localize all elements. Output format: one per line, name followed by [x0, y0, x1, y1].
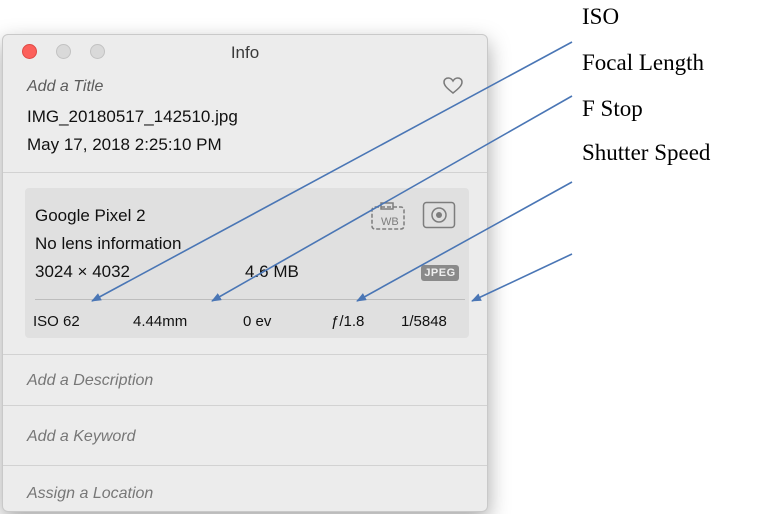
annotation-shutter-speed: Shutter Speed	[582, 140, 711, 165]
focal-length-arrow	[211, 95, 573, 302]
annotation-iso: ISO	[582, 4, 620, 29]
annotation-f-stop: F Stop	[582, 96, 643, 121]
shutter-speed-arrow	[471, 253, 573, 302]
annotation-focal-length: Focal Length	[582, 50, 704, 75]
annotation-arrows	[91, 41, 573, 302]
iso-arrow	[91, 41, 573, 302]
